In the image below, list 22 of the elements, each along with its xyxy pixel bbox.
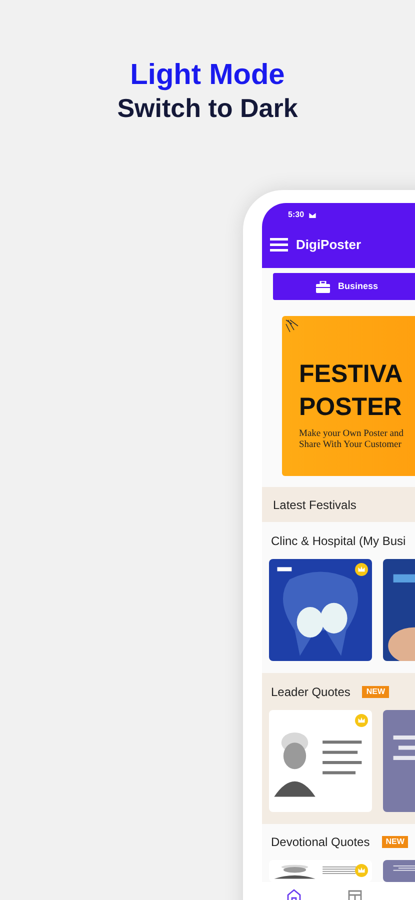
section-title: Leader Quotes <box>271 684 350 701</box>
crown-icon <box>355 563 368 576</box>
menu-icon[interactable] <box>270 238 288 252</box>
app-title: DigiPoster <box>296 236 362 254</box>
crown-icon <box>355 864 368 877</box>
new-badge: NEW <box>362 686 390 698</box>
banner-title: POSTER <box>299 392 402 423</box>
section-title: Devotional Quotes <box>271 834 370 851</box>
crown-icon <box>355 714 368 727</box>
banner-subtitle: Make your Own Poster and Share With Your Customer <box>299 429 404 451</box>
mail-icon <box>309 212 316 218</box>
headline-title: Light Mode <box>130 58 285 92</box>
briefcase-icon <box>316 280 330 292</box>
home-icon[interactable] <box>286 888 302 900</box>
status-time: 5:30 <box>288 209 304 221</box>
section-title: Clinc & Hospital (My Busi <box>271 533 406 550</box>
category-button[interactable]: Business <box>273 273 415 300</box>
section-header[interactable]: Latest Festivals <box>262 487 415 522</box>
template-icon[interactable] <box>347 888 363 900</box>
headline-subtitle: Switch to Dark <box>117 92 298 124</box>
new-badge: NEW <box>382 836 408 848</box>
banner-title: FESTIVA <box>299 359 403 390</box>
